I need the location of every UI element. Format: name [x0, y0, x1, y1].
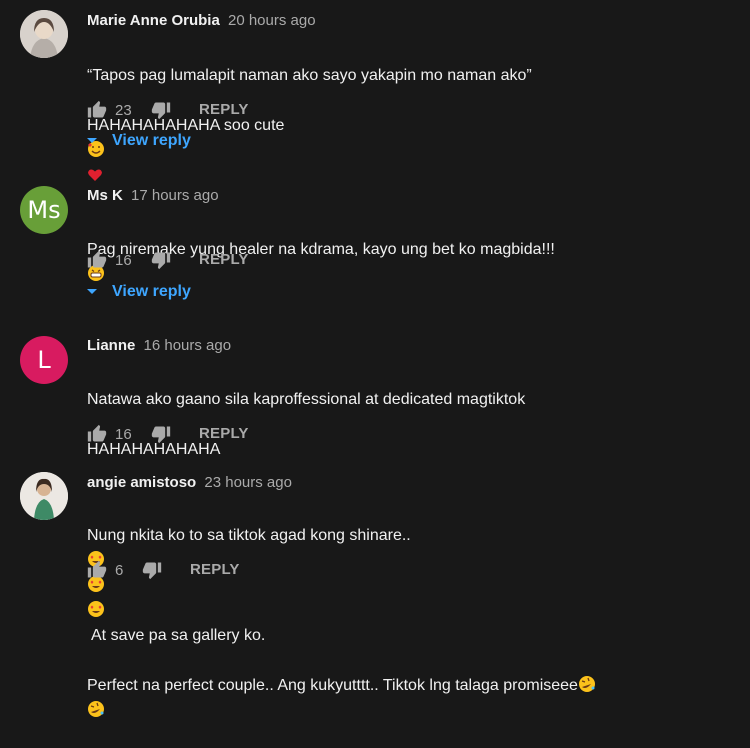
- comment-actions: 6 REPLY: [87, 558, 239, 582]
- comment-actions: 16 REPLY: [87, 422, 248, 446]
- comment-actions: 16 REPLY: [87, 248, 248, 272]
- timestamp[interactable]: 20 hours ago: [228, 12, 316, 29]
- thumb-up-icon[interactable]: [87, 560, 107, 580]
- caret-down-icon: [87, 138, 97, 143]
- thumb-up-icon[interactable]: [87, 424, 107, 444]
- comment-line-text: Perfect na perfect couple.. Ang kukyuttt…: [87, 677, 578, 694]
- comment-header: Lianne 16 hours ago: [87, 337, 231, 354]
- reply-button[interactable]: REPLY: [190, 561, 240, 578]
- avatar-letters: L: [37, 346, 51, 374]
- heart-eyes-emoji-icon: [88, 601, 104, 617]
- author-name[interactable]: Lianne: [87, 337, 135, 354]
- avatar-letters: Ms: [27, 196, 61, 224]
- rofl-emoji-icon: [578, 676, 595, 692]
- comment-line: HAHAHAHAHAHA soo cute: [87, 113, 727, 188]
- author-name[interactable]: Marie Anne Orubia: [87, 12, 220, 29]
- thumb-up-icon[interactable]: [87, 100, 107, 120]
- author-name[interactable]: angie amistoso: [87, 474, 196, 491]
- author-name[interactable]: Ms K: [87, 187, 123, 204]
- comment-line: Pag niremake yung healer na kdrama, kayo…: [87, 237, 727, 287]
- caret-down-icon: [87, 289, 97, 294]
- view-reply-label: View reply: [112, 132, 191, 149]
- thumb-down-icon[interactable]: [151, 250, 171, 270]
- thumb-up-icon[interactable]: [87, 250, 107, 270]
- comment-line: Nung nkita ko to sa tiktok agad kong shi…: [87, 523, 727, 648]
- avatar[interactable]: Ms: [20, 186, 68, 234]
- view-reply-button[interactable]: View reply: [86, 283, 191, 301]
- comment-line-text: Nung nkita ko to sa tiktok agad kong shi…: [87, 527, 411, 544]
- timestamp[interactable]: 16 hours ago: [144, 337, 232, 354]
- comment-line: Natawa ako gaano sila kaproffessional at…: [87, 391, 526, 408]
- like-count: 16: [115, 425, 132, 443]
- thumb-down-icon[interactable]: [151, 424, 171, 444]
- like-count: 6: [115, 561, 124, 579]
- thumb-down-icon[interactable]: [142, 560, 162, 580]
- avatar[interactable]: [20, 472, 68, 520]
- comment-header: Ms K 17 hours ago: [87, 187, 219, 204]
- reply-button[interactable]: REPLY: [199, 425, 249, 442]
- reply-button[interactable]: REPLY: [199, 101, 249, 118]
- comment-header: Marie Anne Orubia 20 hours ago: [87, 12, 316, 29]
- comment-line: “Tapos pag lumalapit naman ako sayo yaka…: [87, 67, 532, 84]
- comment-line: Perfect na perfect couple.. Ang kukyuttt…: [87, 673, 727, 723]
- timestamp[interactable]: 17 hours ago: [131, 187, 219, 204]
- comment-text: Nung nkita ko to sa tiktok agad kong shi…: [87, 498, 727, 748]
- view-reply-label: View reply: [112, 283, 191, 300]
- comment-line-text: At save pa sa gallery ko.: [91, 627, 266, 644]
- avatar[interactable]: [20, 10, 68, 58]
- like-count: 16: [115, 251, 132, 269]
- comment-line: HAHAHAHAHAHA: [87, 441, 221, 458]
- red-heart-emoji-icon: [88, 169, 102, 181]
- reply-button[interactable]: REPLY: [199, 251, 249, 268]
- comment-actions: 23 REPLY: [87, 98, 248, 122]
- comment-text: Natawa ako gaano sila kaproffessional at…: [87, 362, 727, 487]
- thumb-down-icon[interactable]: [151, 100, 171, 120]
- rofl-emoji-icon: [88, 701, 104, 717]
- view-reply-button[interactable]: View reply: [86, 132, 191, 150]
- like-count: 23: [115, 101, 132, 119]
- avatar[interactable]: L: [20, 336, 68, 384]
- avatar-photo: [20, 10, 68, 58]
- avatar-photo: [20, 472, 68, 520]
- timestamp[interactable]: 23 hours ago: [204, 474, 292, 491]
- comment-header: angie amistoso 23 hours ago: [87, 474, 292, 491]
